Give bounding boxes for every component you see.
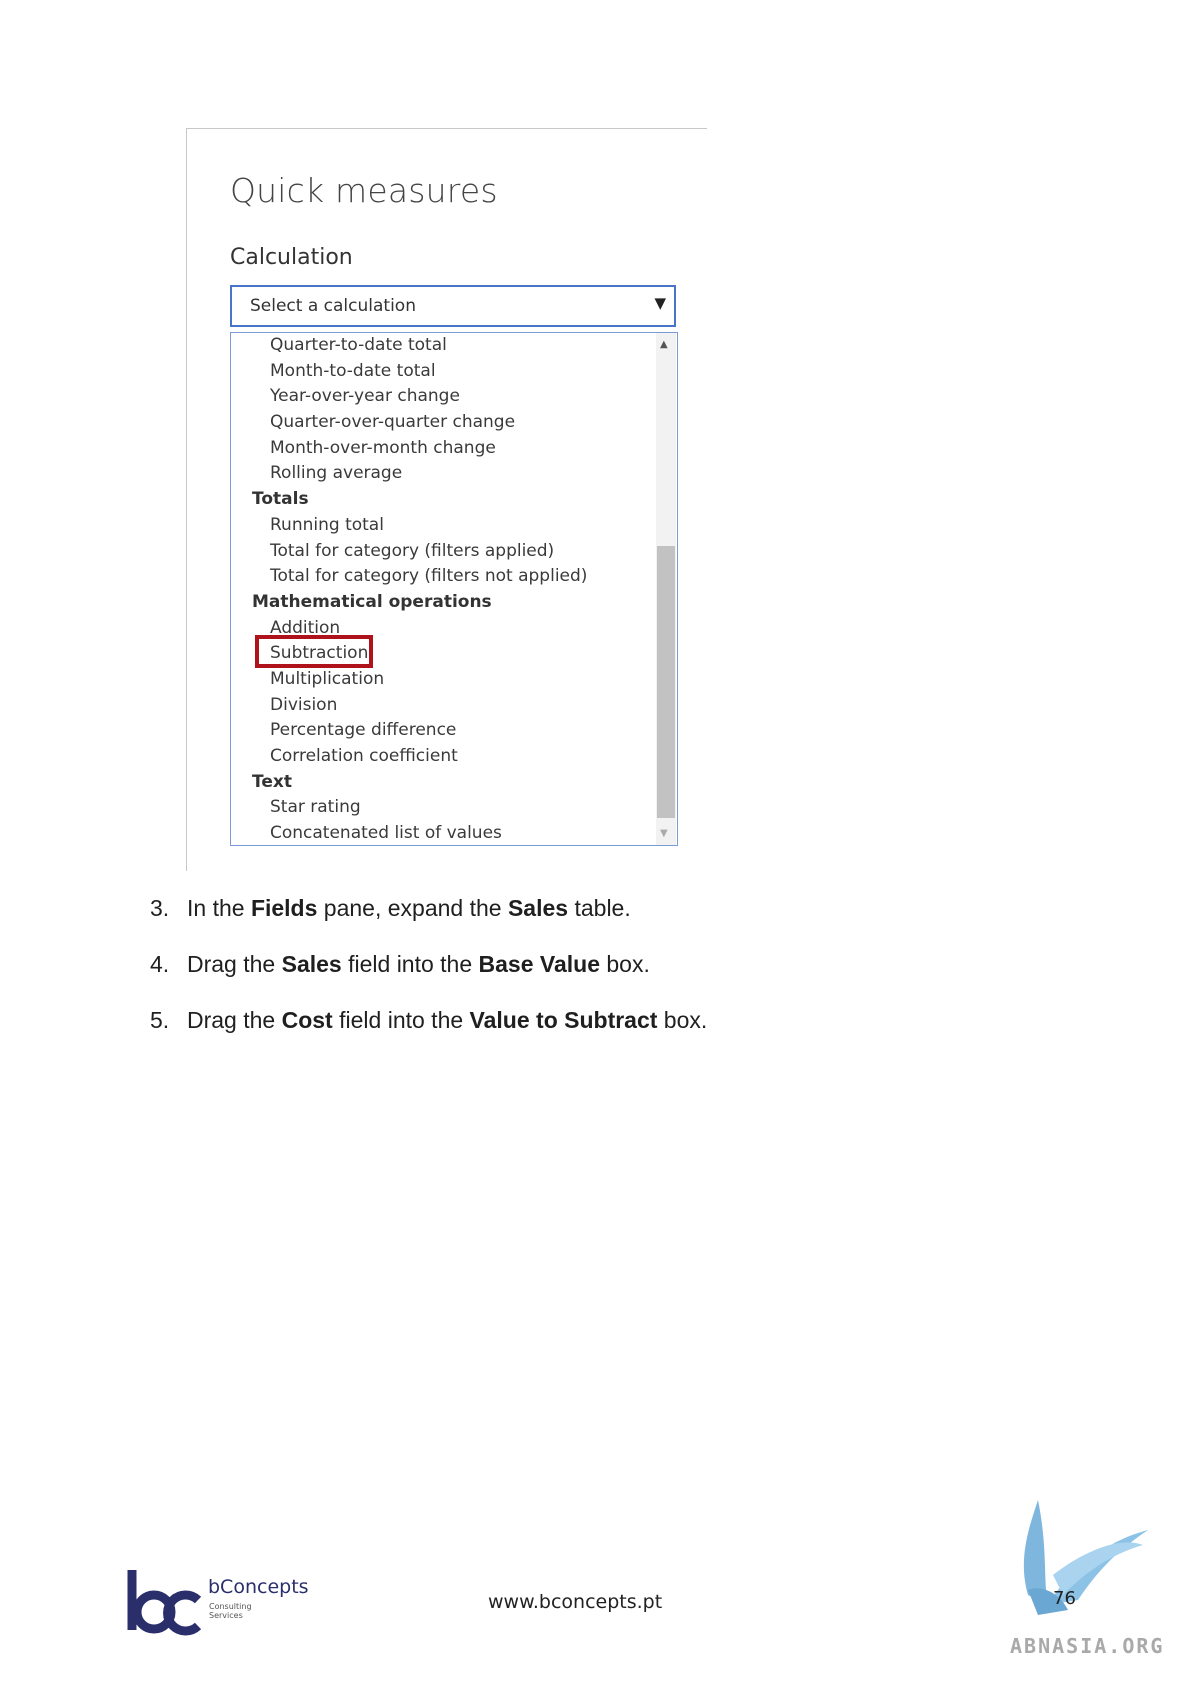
dropdown-arrow-icon[interactable]: ▼	[654, 294, 666, 312]
select-placeholder: Select a calculation	[250, 296, 416, 316]
bconcepts-logo: bConcepts Consulting Services	[126, 1568, 316, 1638]
step-emphasis: Base Value	[478, 951, 600, 977]
calculation-label: Calculation	[230, 245, 353, 270]
step-number: 4.	[150, 951, 170, 977]
step-item: 5. Drag the Cost field into the Value to …	[150, 1007, 1050, 1063]
step-fragment: In the	[187, 895, 251, 921]
list-group-header: Mathematical operations	[252, 591, 492, 612]
dialog-title: Quick measures	[230, 171, 498, 210]
brand-sub-services: Services	[209, 1611, 243, 1620]
brand-name: bConcepts	[208, 1576, 309, 1598]
step-text: Drag the Sales field into the Base Value…	[187, 951, 650, 978]
list-item[interactable]: Concatenated list of values	[231, 821, 651, 845]
griffin-icon	[1023, 1500, 1148, 1615]
list-item[interactable]: Total for category (filters not applied)	[231, 564, 651, 590]
list-group-header: Text	[252, 771, 292, 792]
list-item[interactable]: Rolling average	[231, 461, 651, 487]
step-number: 3.	[150, 895, 170, 921]
list-item[interactable]: Division	[231, 693, 651, 719]
step-fragment: table.	[568, 895, 631, 921]
screenshot-panel: Quick measures Calculation Select a calc…	[186, 128, 707, 871]
step-fragment: box.	[600, 951, 650, 977]
list-item[interactable]: Year-over-year change	[231, 384, 651, 410]
subtraction-highlight-box	[255, 635, 373, 668]
list-item[interactable]: Month-to-date total	[231, 359, 651, 385]
step-emphasis: Sales	[507, 895, 569, 921]
list-item[interactable]: Running total	[231, 513, 651, 539]
step-text: In the Fields pane, expand the Sales tab…	[187, 895, 631, 922]
list-item[interactable]: Percentage difference	[231, 718, 651, 744]
step-emphasis: Cost	[281, 1007, 333, 1033]
list-item[interactable]: Multiplication	[231, 667, 651, 693]
bconcepts-logo-icon	[127, 1570, 202, 1636]
list-item[interactable]: Quarter-to-date total	[231, 333, 651, 359]
step-fragment: Drag the	[187, 1007, 282, 1033]
step-fragment: box.	[657, 1007, 708, 1033]
step-fragment: Drag the	[187, 951, 282, 977]
instruction-steps: 3. In the Fields pane, expand the Sales t…	[150, 895, 1050, 1063]
list-item[interactable]: Quarter-over-quarter change	[231, 410, 651, 436]
step-fragment: field into the	[332, 1007, 470, 1033]
calculation-list[interactable]: Quarter-to-date total Month-to-date total…	[230, 332, 678, 846]
step-emphasis: Sales	[281, 951, 342, 977]
list-item[interactable]: Star rating	[231, 795, 651, 821]
step-emphasis: Value to Subtract	[469, 1007, 658, 1033]
footer-url: www.bconcepts.pt	[488, 1591, 663, 1613]
page-number: 76	[1053, 1588, 1076, 1609]
step-number: 5.	[150, 1007, 170, 1033]
scrollbar[interactable]: ▲ ▼	[656, 333, 676, 845]
brand-sub-consulting: Consulting	[209, 1602, 252, 1611]
step-text: Drag the Cost field into the Value to Su…	[187, 1007, 707, 1034]
scroll-down-icon[interactable]: ▼	[660, 828, 668, 839]
scrollbar-thumb[interactable]	[657, 546, 675, 818]
scroll-up-icon[interactable]: ▲	[660, 339, 668, 350]
watermark-text: ABNASIA.ORG	[1010, 1634, 1165, 1658]
step-fragment: pane, expand the	[317, 895, 508, 921]
calculation-list-items: Quarter-to-date total Month-to-date total…	[231, 333, 651, 845]
step-item: 3. In the Fields pane, expand the Sales t…	[150, 895, 1050, 951]
calculation-select[interactable]: Select a calculation ▼	[230, 285, 676, 327]
list-item[interactable]: Correlation coefficient	[231, 744, 651, 770]
step-fragment: field into the	[341, 951, 479, 977]
list-group-header: Totals	[252, 489, 309, 510]
list-item[interactable]: Month-over-month change	[231, 436, 651, 462]
list-item[interactable]: Total for category (filters applied)	[231, 539, 651, 565]
step-item: 4. Drag the Sales field into the Base Val…	[150, 951, 1050, 1007]
step-emphasis: Fields	[250, 895, 318, 921]
